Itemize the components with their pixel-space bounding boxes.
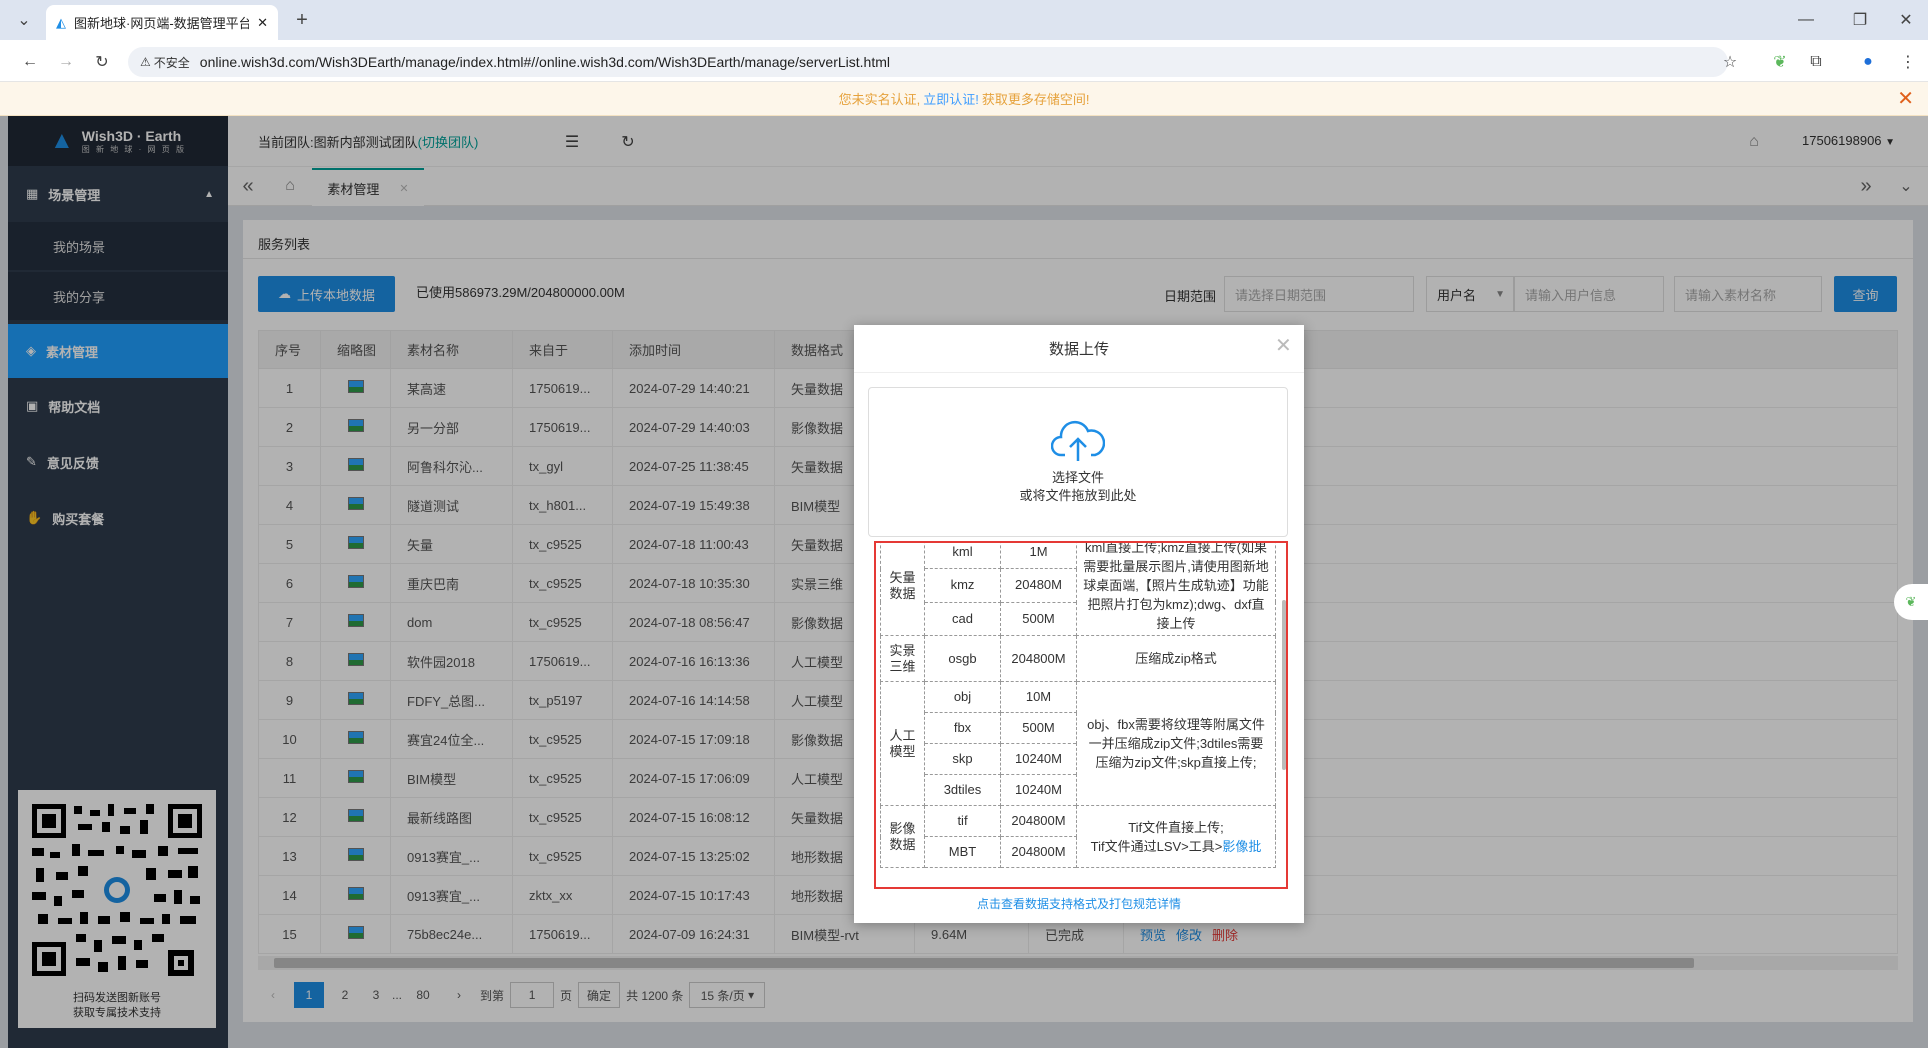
- image-batch-link[interactable]: 影像批: [1222, 839, 1261, 854]
- supported-formats-box: 矢量数据 kml 1M kml直接上传;kmz直接上传(如果需要批量展示图片,请使…: [874, 541, 1288, 889]
- new-tab-icon[interactable]: +: [288, 6, 316, 34]
- group-reality: 实景三维: [880, 635, 925, 682]
- extensions-icon[interactable]: ⧉: [1802, 48, 1830, 76]
- group-image: 影像数据: [880, 805, 925, 868]
- image-note: Tif文件直接上传; Tif文件通过LSV>工具>影像批: [1076, 805, 1276, 868]
- minimize-icon[interactable]: —: [1792, 6, 1820, 34]
- browser-menu-icon[interactable]: ⋮: [1894, 48, 1922, 76]
- notice-close-icon[interactable]: ✕: [1897, 89, 1914, 109]
- cloud-upload-icon: [1051, 420, 1105, 461]
- url-text: online.wish3d.com/Wish3DEarth/manage/ind…: [199, 54, 890, 70]
- window-close-icon[interactable]: ✕: [1892, 6, 1920, 34]
- not-secure-badge[interactable]: ⚠ 不安全: [140, 54, 190, 71]
- browser-tab[interactable]: ◭ 图新地球·网页端-数据管理平台 ✕: [46, 5, 278, 40]
- warning-icon: ⚠: [140, 55, 151, 69]
- group-model: 人工模型: [880, 681, 925, 806]
- tab-title: 图新地球·网页端-数据管理平台: [74, 16, 250, 31]
- group-vector: 矢量数据: [880, 543, 925, 636]
- reality-note: 压缩成zip格式: [1076, 635, 1276, 682]
- select-file-text: 选择文件: [1051, 470, 1104, 485]
- model-note: obj、fbx需要将纹理等附属文件一并压缩成zip文件;3dtiles需要压缩为…: [1076, 681, 1276, 806]
- reload-icon[interactable]: ↻: [88, 48, 116, 76]
- verify-now-link[interactable]: 立即认证!: [923, 89, 979, 108]
- url-field[interactable]: ⚠ 不安全 online.wish3d.com/Wish3DEarth/manag…: [128, 47, 1728, 77]
- formats-table: 矢量数据 kml 1M kml直接上传;kmz直接上传(如果需要批量展示图片,请使…: [880, 543, 1276, 868]
- forward-icon[interactable]: →: [52, 48, 80, 76]
- bookmark-star-icon[interactable]: ☆: [1716, 48, 1744, 76]
- tab-search-icon[interactable]: ⌄: [10, 6, 38, 34]
- drag-hint-text: 或将文件拖放到此处: [1019, 488, 1137, 503]
- file-dropzone[interactable]: 选择文件 或将文件拖放到此处: [868, 387, 1288, 537]
- modal-title: 数据上传: [854, 325, 1304, 373]
- extension-leaf-icon[interactable]: ❦: [1766, 48, 1794, 76]
- restore-icon[interactable]: ❐: [1846, 6, 1874, 34]
- vector-note: kml直接上传;kmz直接上传(如果需要批量展示图片,请使用图新地球桌面端,【照…: [1076, 543, 1276, 636]
- favicon-icon: ◭: [56, 14, 66, 30]
- modal-close-icon[interactable]: ✕: [1275, 333, 1292, 358]
- side-float-leaf-icon[interactable]: ❦: [1894, 584, 1928, 620]
- tab-close-icon[interactable]: ✕: [257, 15, 268, 31]
- back-icon[interactable]: ←: [16, 48, 44, 76]
- formats-scrollbar[interactable]: [1282, 600, 1286, 770]
- format-detail-link[interactable]: 点击查看数据支持格式及打包规范详情: [854, 895, 1304, 912]
- verification-notice: 您未实名认证, 立即认证! 获取更多存储空间!: [0, 82, 1928, 116]
- profile-icon[interactable]: ●: [1854, 48, 1882, 76]
